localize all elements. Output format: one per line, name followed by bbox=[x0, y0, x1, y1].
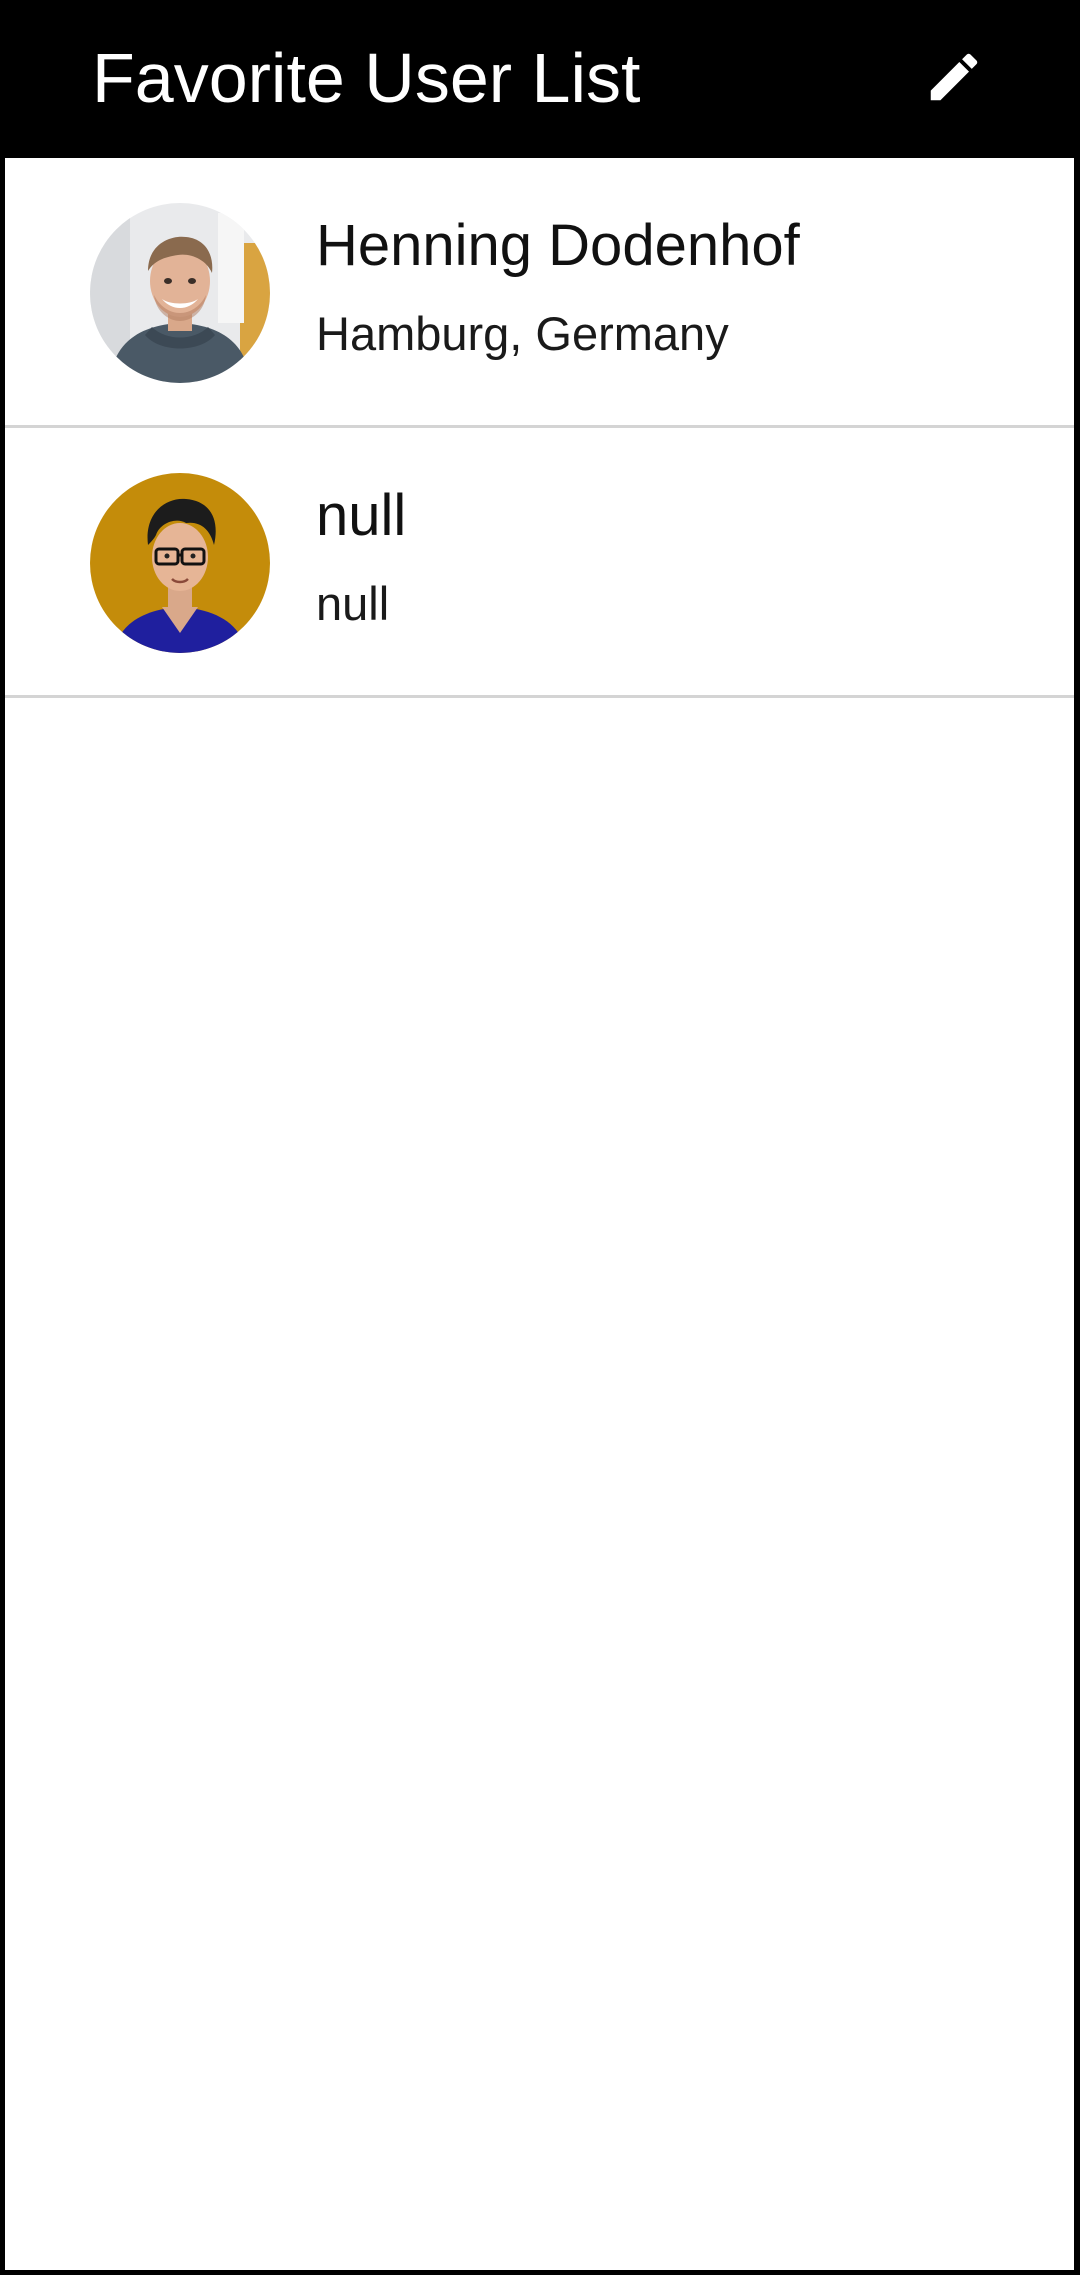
avatar bbox=[90, 203, 270, 383]
screen: Favorite User List Henning Dodenhof Hamb… bbox=[0, 0, 1080, 2275]
photo-avatar bbox=[90, 203, 270, 383]
edit-button[interactable] bbox=[908, 31, 1000, 123]
user-list-container: Henning Dodenhof Hamburg, Germany null n… bbox=[5, 158, 1074, 2270]
user-name: null bbox=[316, 483, 407, 548]
user-location: Hamburg, Germany bbox=[316, 307, 729, 360]
user-list: Henning Dodenhof Hamburg, Germany null n… bbox=[5, 158, 1074, 698]
app-title: Favorite User List bbox=[92, 39, 641, 117]
user-list-item[interactable]: Henning Dodenhof Hamburg, Germany bbox=[5, 158, 1074, 428]
edit-icon bbox=[930, 53, 978, 101]
user-list-item[interactable]: null null bbox=[5, 428, 1074, 698]
user-name: Henning Dodenhof bbox=[316, 213, 800, 278]
illustrated-avatar bbox=[90, 473, 270, 653]
avatar bbox=[90, 473, 270, 653]
user-location: null bbox=[316, 577, 390, 630]
app-bar: Favorite User List bbox=[0, 0, 1080, 158]
